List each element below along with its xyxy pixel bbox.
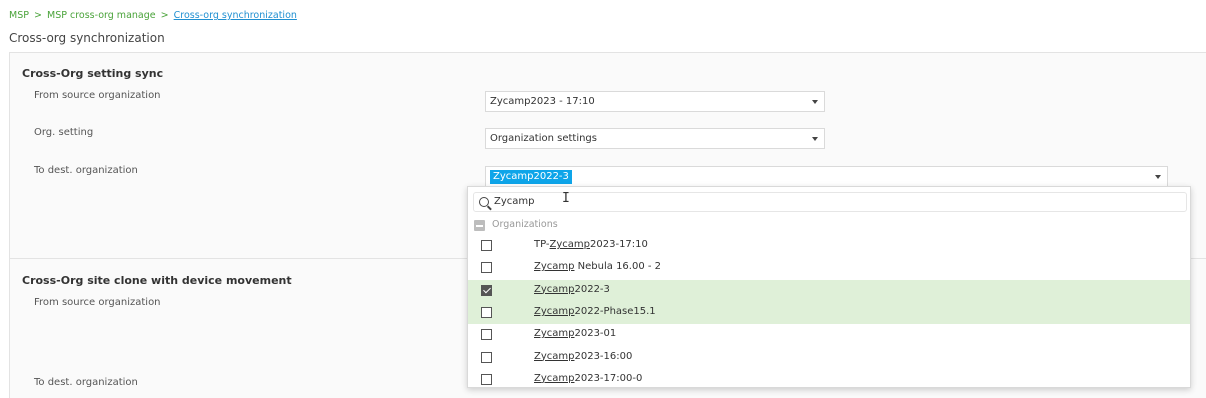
org-option-label: Zycamp2022-Phase15.1: [534, 305, 656, 317]
org-option-row[interactable]: Zycamp2023-17:00-0: [468, 369, 1190, 391]
org-setting-label: Org. setting: [34, 127, 94, 138]
checkbox[interactable]: [481, 240, 492, 251]
from-source-org-label: From source organization: [34, 90, 161, 101]
clone-from-source-org-label: From source organization: [34, 297, 161, 308]
checkbox[interactable]: [481, 351, 492, 363]
org-option-label: Zycamp2022-3: [534, 283, 610, 295]
breadcrumb-separator: >: [160, 10, 169, 21]
collapse-group-icon[interactable]: [474, 220, 485, 231]
search-match-highlight: Zycamp: [534, 305, 575, 317]
chevron-down-icon: [812, 100, 818, 104]
selected-org-chip[interactable]: Zycamp2022-3: [490, 170, 572, 184]
org-option-row[interactable]: Zycamp2022-Phase15.1: [468, 301, 1190, 324]
text-cursor-icon: I: [562, 191, 570, 206]
clone-to-dest-org-label: To dest. organization: [34, 377, 138, 388]
checkbox[interactable]: [481, 373, 492, 385]
org-option-row[interactable]: Zycamp2023-16:00: [468, 347, 1190, 369]
org-option-label: Zycamp2023-01: [534, 328, 617, 340]
from-source-org-select[interactable]: Zycamp2023 - 17:10: [485, 91, 825, 112]
breadcrumb: MSP > MSP cross-org manage > Cross-org s…: [9, 10, 297, 21]
org-option-label: Zycamp Nebula 16.00 - 2: [534, 261, 662, 273]
breadcrumb-msp[interactable]: MSP: [9, 10, 29, 21]
checkbox[interactable]: [481, 329, 492, 341]
search-match-highlight: Zycamp: [534, 328, 575, 340]
search-icon: [479, 197, 489, 207]
breadcrumb-current[interactable]: Cross-org synchronization: [174, 10, 297, 21]
from-source-org-value: Zycamp2023 - 17:10: [490, 96, 595, 107]
to-dest-org-label: To dest. organization: [34, 165, 138, 176]
chevron-down-icon: [1155, 175, 1161, 179]
breadcrumb-separator: >: [34, 10, 42, 21]
section-title-site-clone: Cross-Org site clone with device movemen…: [22, 274, 292, 287]
org-option-label: Zycamp2023-16:00: [534, 350, 633, 362]
org-option-row[interactable]: TP-Zycamp2023-17:10: [468, 235, 1190, 257]
chevron-down-icon: [812, 137, 818, 141]
search-match-highlight: Zycamp: [534, 372, 575, 384]
to-dest-org-multiselect[interactable]: Zycamp2022-3: [485, 166, 1168, 187]
checkbox-checked[interactable]: [481, 284, 492, 296]
section-title-setting-sync: Cross-Org setting sync: [22, 67, 164, 80]
group-label: Organizations: [492, 219, 558, 230]
search-match-highlight: Zycamp: [534, 261, 575, 273]
org-option-row[interactable]: Zycamp2023-01: [468, 324, 1190, 346]
org-option-label: TP-Zycamp2023-17:10: [534, 239, 648, 250]
dropdown-search-input[interactable]: Zycamp: [473, 192, 1187, 212]
org-setting-select[interactable]: Organization settings: [485, 128, 825, 149]
dropdown-search-value: Zycamp: [494, 196, 535, 207]
org-option-row[interactable]: Zycamp Nebula 16.00 - 2: [468, 257, 1190, 279]
org-option-row[interactable]: Zycamp2022-3: [468, 279, 1190, 302]
org-setting-value: Organization settings: [490, 133, 597, 144]
search-match-highlight: Zycamp: [549, 239, 591, 250]
checkbox[interactable]: [481, 306, 492, 318]
org-dropdown-menu: Zycamp Organizations TP-Zycamp2023-17:10…: [467, 186, 1191, 388]
org-option-label: Zycamp2023-17:00-0: [534, 372, 643, 384]
breadcrumb-msp-cross-org-manage[interactable]: MSP cross-org manage: [47, 10, 156, 21]
search-match-highlight: Zycamp: [534, 350, 575, 362]
page-title: Cross-org synchronization: [9, 31, 165, 45]
checkbox[interactable]: [481, 262, 492, 274]
search-match-highlight: Zycamp: [534, 283, 575, 295]
